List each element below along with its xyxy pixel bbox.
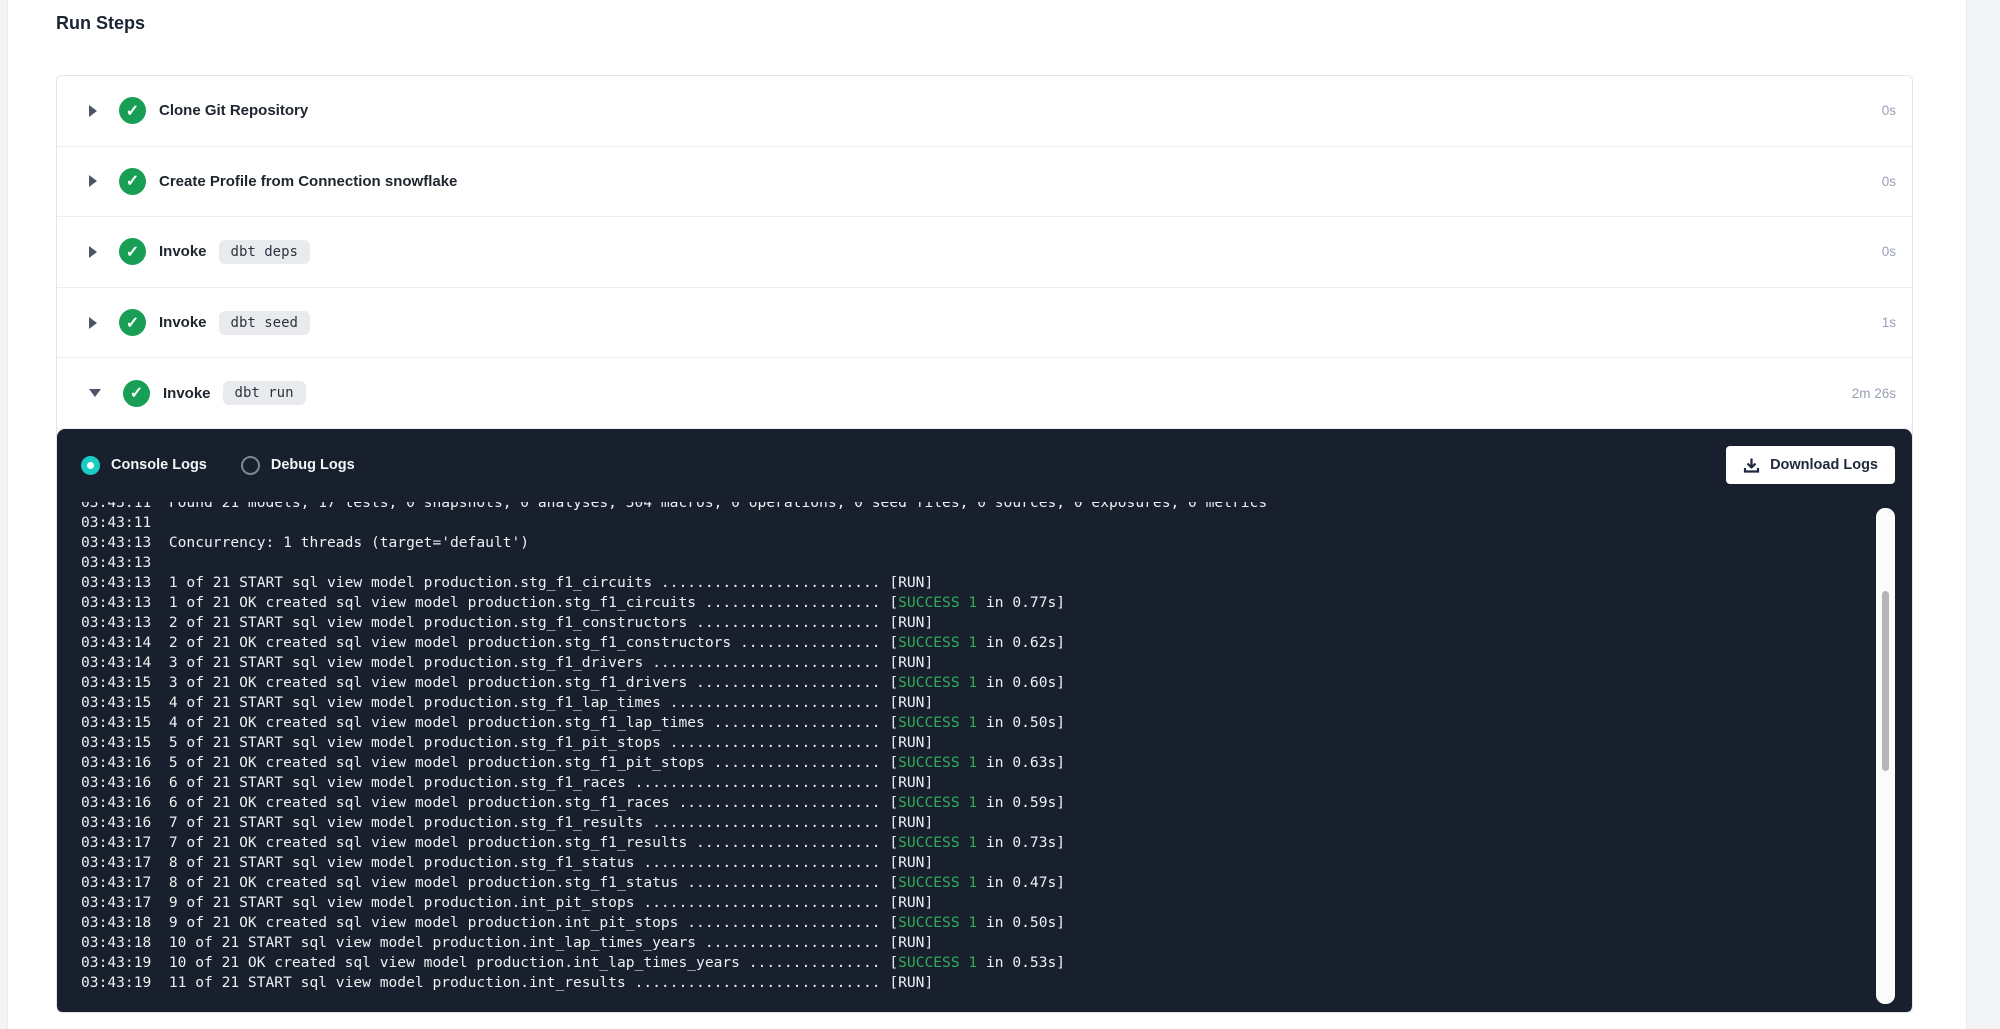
- step-row[interactable]: ✓ Clone Git Repository 0s: [57, 76, 1912, 147]
- log-line: 03:43:17 7 of 21 OK created sql view mod…: [81, 833, 1872, 853]
- radio-label: Debug Logs: [271, 457, 355, 473]
- chevron-right-icon[interactable]: [89, 175, 97, 187]
- log-scrollbar[interactable]: [1876, 508, 1895, 1004]
- step-duration: 0s: [1882, 103, 1896, 118]
- log-type-radios: Console Logs Debug Logs: [81, 456, 389, 475]
- chevron-right-icon[interactable]: [89, 317, 97, 329]
- log-line: 03:43:14 3 of 21 START sql view model pr…: [81, 653, 1872, 673]
- chevron-right-icon[interactable]: [89, 246, 97, 258]
- log-line: 03:43:13: [81, 553, 1872, 573]
- success-status: SUCCESS 1: [898, 754, 977, 771]
- success-status: SUCCESS 1: [898, 914, 977, 931]
- success-status: SUCCESS 1: [898, 714, 977, 731]
- success-status: SUCCESS 1: [898, 594, 977, 611]
- page-title: Run Steps: [56, 13, 145, 34]
- success-status: SUCCESS 1: [898, 874, 977, 891]
- log-line: 03:43:15 3 of 21 OK created sql view mod…: [81, 673, 1872, 693]
- success-status: SUCCESS 1: [898, 834, 977, 851]
- command-badge: dbt deps: [219, 240, 310, 264]
- step-label: Invoke: [159, 243, 207, 260]
- log-line: 03:43:16 7 of 21 START sql view model pr…: [81, 813, 1872, 833]
- log-line: 03:43:13 2 of 21 START sql view model pr…: [81, 613, 1872, 633]
- radio-console-logs[interactable]: Console Logs: [81, 456, 207, 475]
- success-status: SUCCESS 1: [898, 634, 977, 651]
- step-duration: 1s: [1882, 315, 1896, 330]
- page-left-gutter: [0, 0, 8, 1029]
- log-line: 03:43:17 8 of 21 START sql view model pr…: [81, 853, 1872, 873]
- console-log-lines: 03:43:11 Found 21 models, 17 tests, 0 sn…: [81, 502, 1872, 993]
- success-check-icon: ✓: [119, 97, 146, 124]
- step-row[interactable]: ✓ Create Profile from Connection snowflak…: [57, 147, 1912, 218]
- success-status: SUCCESS 1: [898, 794, 977, 811]
- log-line: 03:43:16 6 of 21 OK created sql view mod…: [81, 793, 1872, 813]
- log-line: 03:43:16 6 of 21 START sql view model pr…: [81, 773, 1872, 793]
- run-steps-page: Run Steps ✓ Clone Git Repository 0s ✓ Create…: [0, 0, 2000, 1029]
- log-panel: Console Logs Debug Logs Download Logs 03:…: [57, 429, 1912, 1013]
- log-line: 03:43:18 10 of 21 START sql view model p…: [81, 933, 1872, 953]
- log-line: 03:43:11: [81, 513, 1872, 533]
- step-duration: 0s: [1882, 174, 1896, 189]
- log-panel-header: Console Logs Debug Logs Download Logs: [57, 429, 1912, 502]
- step-row[interactable]: ✓ Invoke dbt run 2m 26s: [57, 358, 1912, 429]
- log-line: 03:43:13 1 of 21 OK created sql view mod…: [81, 593, 1872, 613]
- success-status: SUCCESS 1: [898, 954, 977, 971]
- step-label: Invoke: [163, 385, 211, 402]
- log-line: 03:43:14 2 of 21 OK created sql view mod…: [81, 633, 1872, 653]
- radio-selected-icon[interactable]: [81, 456, 100, 475]
- step-label: Invoke: [159, 314, 207, 331]
- run-steps-list: ✓ Clone Git Repository 0s ✓ Create Profile f…: [57, 76, 1912, 429]
- step-row[interactable]: ✓ Invoke dbt seed 1s: [57, 288, 1912, 359]
- download-icon: [1743, 457, 1760, 474]
- chevron-down-icon[interactable]: [89, 389, 101, 397]
- log-line: 03:43:13 Concurrency: 1 threads (target=…: [81, 533, 1872, 553]
- download-logs-button[interactable]: Download Logs: [1726, 446, 1895, 484]
- log-line: 03:43:15 4 of 21 OK created sql view mod…: [81, 713, 1872, 733]
- step-duration: 0s: [1882, 244, 1896, 259]
- radio-label: Console Logs: [111, 457, 207, 473]
- command-badge: dbt seed: [219, 311, 310, 335]
- log-line: 03:43:17 9 of 21 START sql view model pr…: [81, 893, 1872, 913]
- log-line: 03:43:19 11 of 21 START sql view model p…: [81, 973, 1872, 993]
- command-badge: dbt run: [223, 381, 306, 405]
- step-label: Clone Git Repository: [159, 102, 308, 119]
- success-status: SUCCESS 1: [898, 674, 977, 691]
- success-check-icon: ✓: [119, 238, 146, 265]
- radio-debug-logs[interactable]: Debug Logs: [241, 456, 355, 475]
- page-right-gutter: [1966, 0, 2000, 1029]
- chevron-right-icon[interactable]: [89, 105, 97, 117]
- log-line: 03:43:15 4 of 21 START sql view model pr…: [81, 693, 1872, 713]
- step-label: Create Profile from Connection snowflake: [159, 173, 457, 190]
- log-line: 03:43:17 8 of 21 OK created sql view mod…: [81, 873, 1872, 893]
- log-line: 03:43:18 9 of 21 OK created sql view mod…: [81, 913, 1872, 933]
- success-check-icon: ✓: [119, 309, 146, 336]
- log-line: 03:43:11 Found 21 models, 17 tests, 0 sn…: [81, 502, 1872, 513]
- log-line: 03:43:19 10 of 21 OK created sql view mo…: [81, 953, 1872, 973]
- log-scrollbar-thumb[interactable]: [1882, 591, 1889, 771]
- run-steps-card: ✓ Clone Git Repository 0s ✓ Create Profile f…: [56, 75, 1913, 1013]
- download-logs-label: Download Logs: [1770, 457, 1878, 473]
- step-row[interactable]: ✓ Invoke dbt deps 0s: [57, 217, 1912, 288]
- step-duration: 2m 26s: [1852, 386, 1896, 401]
- log-line: 03:43:16 5 of 21 OK created sql view mod…: [81, 753, 1872, 773]
- log-line: 03:43:15 5 of 21 START sql view model pr…: [81, 733, 1872, 753]
- log-line: 03:43:13 1 of 21 START sql view model pr…: [81, 573, 1872, 593]
- console-log-output[interactable]: 03:43:11 Found 21 models, 17 tests, 0 sn…: [57, 502, 1872, 1009]
- radio-unselected-icon[interactable]: [241, 456, 260, 475]
- success-check-icon: ✓: [119, 168, 146, 195]
- success-check-icon: ✓: [123, 380, 150, 407]
